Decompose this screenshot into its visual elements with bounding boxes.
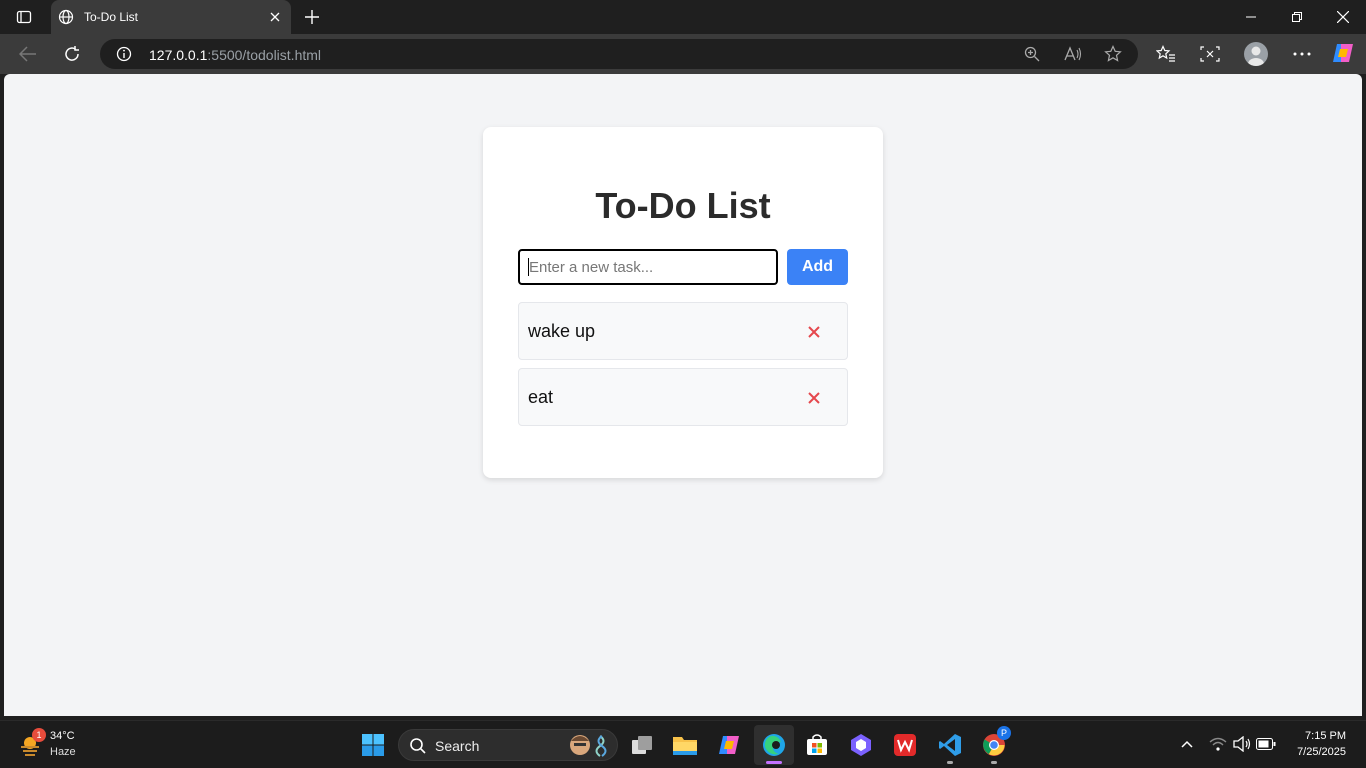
wifi-icon[interactable]: [1208, 734, 1228, 754]
todo-card: To-Do List Add wake up eat: [483, 127, 883, 478]
copilot-app-icon[interactable]: [709, 725, 749, 765]
close-tab-icon[interactable]: [267, 9, 283, 25]
read-aloud-icon[interactable]: [1063, 45, 1083, 63]
navigation-bar: 127.0.0.1:5500/todolist.html: [0, 34, 1366, 74]
page-viewport: To-Do List Add wake up eat: [4, 74, 1362, 716]
new-task-input[interactable]: [518, 249, 778, 285]
task-item: eat: [518, 368, 848, 426]
url-path: :5500/todolist.html: [207, 47, 322, 63]
favorites-icon[interactable]: [1154, 43, 1178, 65]
running-app-indicator: [947, 761, 953, 764]
copilot-icon[interactable]: [1331, 42, 1355, 64]
profile-avatar[interactable]: [1244, 42, 1268, 66]
file-explorer-icon[interactable]: [665, 725, 705, 765]
tab-bar: To-Do List: [0, 0, 1366, 34]
battery-icon[interactable]: [1256, 734, 1276, 754]
running-app-indicator: [991, 761, 997, 764]
task-view-icon[interactable]: [622, 725, 662, 765]
zoom-icon[interactable]: [1022, 45, 1042, 63]
url-host: 127.0.0.1: [149, 47, 208, 63]
minimize-icon[interactable]: [1228, 0, 1274, 34]
taskbar: 1 34°C Haze Search P 7:15 PM 7/25/2025: [0, 720, 1366, 768]
clock-time[interactable]: 7:15 PM: [1305, 730, 1346, 742]
edge-browser-icon[interactable]: [754, 725, 794, 765]
weather-desc: Haze: [50, 746, 76, 758]
task-item: wake up: [518, 302, 848, 360]
globe-icon: [58, 9, 74, 25]
chevron-up-icon[interactable]: [1177, 734, 1197, 754]
wps-office-icon[interactable]: [885, 725, 925, 765]
weather-badge: 1: [32, 728, 46, 742]
search-icon: [410, 738, 426, 754]
task-text: eat: [528, 387, 554, 407]
add-task-button[interactable]: Add: [787, 249, 848, 285]
task-text: wake up: [528, 321, 596, 341]
back-icon[interactable]: [14, 42, 42, 66]
tab-actions-icon[interactable]: [10, 5, 38, 29]
tab-title: To-Do List: [84, 10, 139, 24]
close-window-icon[interactable]: [1320, 0, 1366, 34]
search-label: Search: [435, 738, 480, 754]
refresh-icon[interactable]: [58, 42, 86, 66]
clock-date[interactable]: 7/25/2025: [1297, 746, 1346, 758]
more-options-icon[interactable]: [1290, 43, 1314, 65]
weather-temp: 34°C: [50, 730, 75, 742]
start-icon[interactable]: [353, 725, 393, 765]
active-app-indicator: [766, 761, 782, 764]
taskbar-search[interactable]: Search: [398, 729, 618, 761]
delete-task-icon[interactable]: [805, 323, 823, 341]
delete-task-icon[interactable]: [805, 389, 823, 407]
screenshot-icon[interactable]: [1198, 43, 1222, 65]
microsoft-store-icon[interactable]: [797, 725, 837, 765]
url-text: 127.0.0.1:5500/todolist.html: [149, 47, 321, 63]
clipchamp-icon[interactable]: [841, 725, 881, 765]
browser-tab[interactable]: To-Do List: [51, 0, 291, 34]
vscode-icon[interactable]: [930, 725, 970, 765]
search-highlight-icon: [570, 735, 607, 757]
address-bar[interactable]: 127.0.0.1:5500/todolist.html: [100, 39, 1138, 69]
volume-icon[interactable]: [1232, 734, 1252, 754]
site-info-icon[interactable]: [116, 46, 132, 62]
restore-icon[interactable]: [1274, 0, 1320, 34]
text-caret: [528, 258, 529, 276]
new-tab-icon[interactable]: [302, 7, 322, 27]
chrome-icon[interactable]: P: [974, 725, 1014, 765]
page-title: To-Do List: [595, 185, 771, 226]
chrome-profile-badge: P: [997, 726, 1011, 740]
favorite-star-icon[interactable]: [1103, 45, 1123, 63]
